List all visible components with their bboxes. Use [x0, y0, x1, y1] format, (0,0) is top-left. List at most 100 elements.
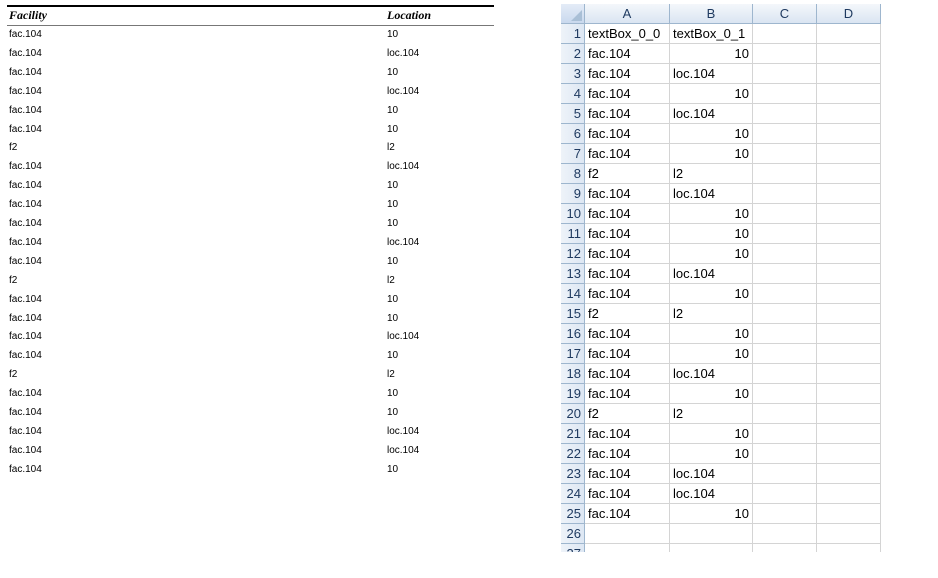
sheet-cell[interactable]: loc.104: [670, 104, 753, 124]
sheet-cell[interactable]: [753, 504, 817, 524]
sheet-cell[interactable]: [753, 384, 817, 404]
sheet-cell[interactable]: fac.104: [585, 364, 670, 384]
sheet-cell[interactable]: loc.104: [670, 484, 753, 504]
sheet-cell[interactable]: [585, 544, 670, 552]
sheet-cell[interactable]: [753, 484, 817, 504]
sheet-cell[interactable]: [817, 204, 881, 224]
sheet-cell[interactable]: [817, 224, 881, 244]
sheet-cell[interactable]: [753, 424, 817, 444]
row-header[interactable]: 26: [561, 524, 585, 544]
row-header[interactable]: 21: [561, 424, 585, 444]
sheet-cell[interactable]: [817, 504, 881, 524]
sheet-cell[interactable]: [817, 444, 881, 464]
sheet-cell[interactable]: 10: [670, 324, 753, 344]
sheet-cell[interactable]: [753, 344, 817, 364]
row-header[interactable]: 2: [561, 44, 585, 64]
sheet-cell[interactable]: [817, 344, 881, 364]
sheet-cell[interactable]: textBox_0_0: [585, 24, 670, 44]
row-header[interactable]: 6: [561, 124, 585, 144]
sheet-cell[interactable]: 10: [670, 504, 753, 524]
sheet-cell[interactable]: [753, 244, 817, 264]
sheet-cell[interactable]: 10: [670, 124, 753, 144]
sheet-cell[interactable]: fac.104: [585, 284, 670, 304]
sheet-cell[interactable]: [817, 364, 881, 384]
row-header[interactable]: 18: [561, 364, 585, 384]
column-header-a[interactable]: A: [585, 4, 670, 24]
column-header-c[interactable]: C: [753, 4, 817, 24]
sheet-cell[interactable]: [670, 544, 753, 552]
sheet-cell[interactable]: loc.104: [670, 264, 753, 284]
sheet-cell[interactable]: 10: [670, 224, 753, 244]
row-header[interactable]: 5: [561, 104, 585, 124]
sheet-cell[interactable]: 10: [670, 244, 753, 264]
sheet-cell[interactable]: [817, 484, 881, 504]
sheet-cell[interactable]: [753, 44, 817, 64]
sheet-cell[interactable]: [753, 404, 817, 424]
sheet-cell[interactable]: textBox_0_1: [670, 24, 753, 44]
sheet-cell[interactable]: fac.104: [585, 204, 670, 224]
sheet-cell[interactable]: loc.104: [670, 184, 753, 204]
row-header[interactable]: 19: [561, 384, 585, 404]
row-header[interactable]: 25: [561, 504, 585, 524]
sheet-cell[interactable]: [753, 304, 817, 324]
sheet-cell[interactable]: [753, 364, 817, 384]
row-header[interactable]: 8: [561, 164, 585, 184]
sheet-cell[interactable]: [753, 64, 817, 84]
sheet-cell[interactable]: [753, 104, 817, 124]
sheet-cell[interactable]: loc.104: [670, 364, 753, 384]
sheet-cell[interactable]: [753, 544, 817, 552]
row-header[interactable]: 12: [561, 244, 585, 264]
sheet-cell[interactable]: fac.104: [585, 324, 670, 344]
sheet-cell[interactable]: [670, 524, 753, 544]
sheet-cell[interactable]: fac.104: [585, 144, 670, 164]
sheet-cell[interactable]: fac.104: [585, 344, 670, 364]
sheet-cell[interactable]: [817, 184, 881, 204]
sheet-cell[interactable]: [753, 264, 817, 284]
sheet-cell[interactable]: 10: [670, 84, 753, 104]
sheet-cell[interactable]: [817, 264, 881, 284]
sheet-cell[interactable]: [753, 124, 817, 144]
row-header[interactable]: 16: [561, 324, 585, 344]
sheet-cell[interactable]: [817, 104, 881, 124]
sheet-cell[interactable]: [817, 324, 881, 344]
sheet-cell[interactable]: fac.104: [585, 124, 670, 144]
sheet-cell[interactable]: [753, 444, 817, 464]
sheet-cell[interactable]: [817, 384, 881, 404]
sheet-cell[interactable]: 10: [670, 44, 753, 64]
sheet-cell[interactable]: [753, 84, 817, 104]
sheet-cell[interactable]: fac.104: [585, 424, 670, 444]
sheet-cell[interactable]: [817, 124, 881, 144]
row-header[interactable]: 27: [561, 544, 585, 552]
sheet-cell[interactable]: [753, 284, 817, 304]
row-header[interactable]: 3: [561, 64, 585, 84]
sheet-cell[interactable]: fac.104: [585, 264, 670, 284]
row-header[interactable]: 23: [561, 464, 585, 484]
column-header-b[interactable]: B: [670, 4, 753, 24]
select-all-button[interactable]: [561, 4, 585, 24]
row-header[interactable]: 7: [561, 144, 585, 164]
sheet-cell[interactable]: [817, 424, 881, 444]
row-header[interactable]: 14: [561, 284, 585, 304]
sheet-cell[interactable]: [817, 84, 881, 104]
sheet-cell[interactable]: 10: [670, 204, 753, 224]
sheet-cell[interactable]: f2: [585, 404, 670, 424]
sheet-cell[interactable]: fac.104: [585, 44, 670, 64]
row-header[interactable]: 10: [561, 204, 585, 224]
sheet-cell[interactable]: l2: [670, 304, 753, 324]
sheet-cell[interactable]: [817, 164, 881, 184]
sheet-cell[interactable]: [817, 44, 881, 64]
sheet-cell[interactable]: fac.104: [585, 444, 670, 464]
sheet-cell[interactable]: fac.104: [585, 484, 670, 504]
row-header[interactable]: 15: [561, 304, 585, 324]
column-header-d[interactable]: D: [817, 4, 881, 24]
sheet-cell[interactable]: fac.104: [585, 504, 670, 524]
sheet-cell[interactable]: fac.104: [585, 184, 670, 204]
sheet-cell[interactable]: 10: [670, 344, 753, 364]
row-header[interactable]: 20: [561, 404, 585, 424]
sheet-cell[interactable]: [817, 524, 881, 544]
sheet-cell[interactable]: 10: [670, 384, 753, 404]
sheet-cell[interactable]: [817, 404, 881, 424]
sheet-cell[interactable]: fac.104: [585, 224, 670, 244]
spreadsheet-grid[interactable]: A B C D 1 textBox_0_0 textBox_0_1 2 fac.104 10 3 fa…: [561, 4, 886, 552]
sheet-cell[interactable]: [753, 464, 817, 484]
